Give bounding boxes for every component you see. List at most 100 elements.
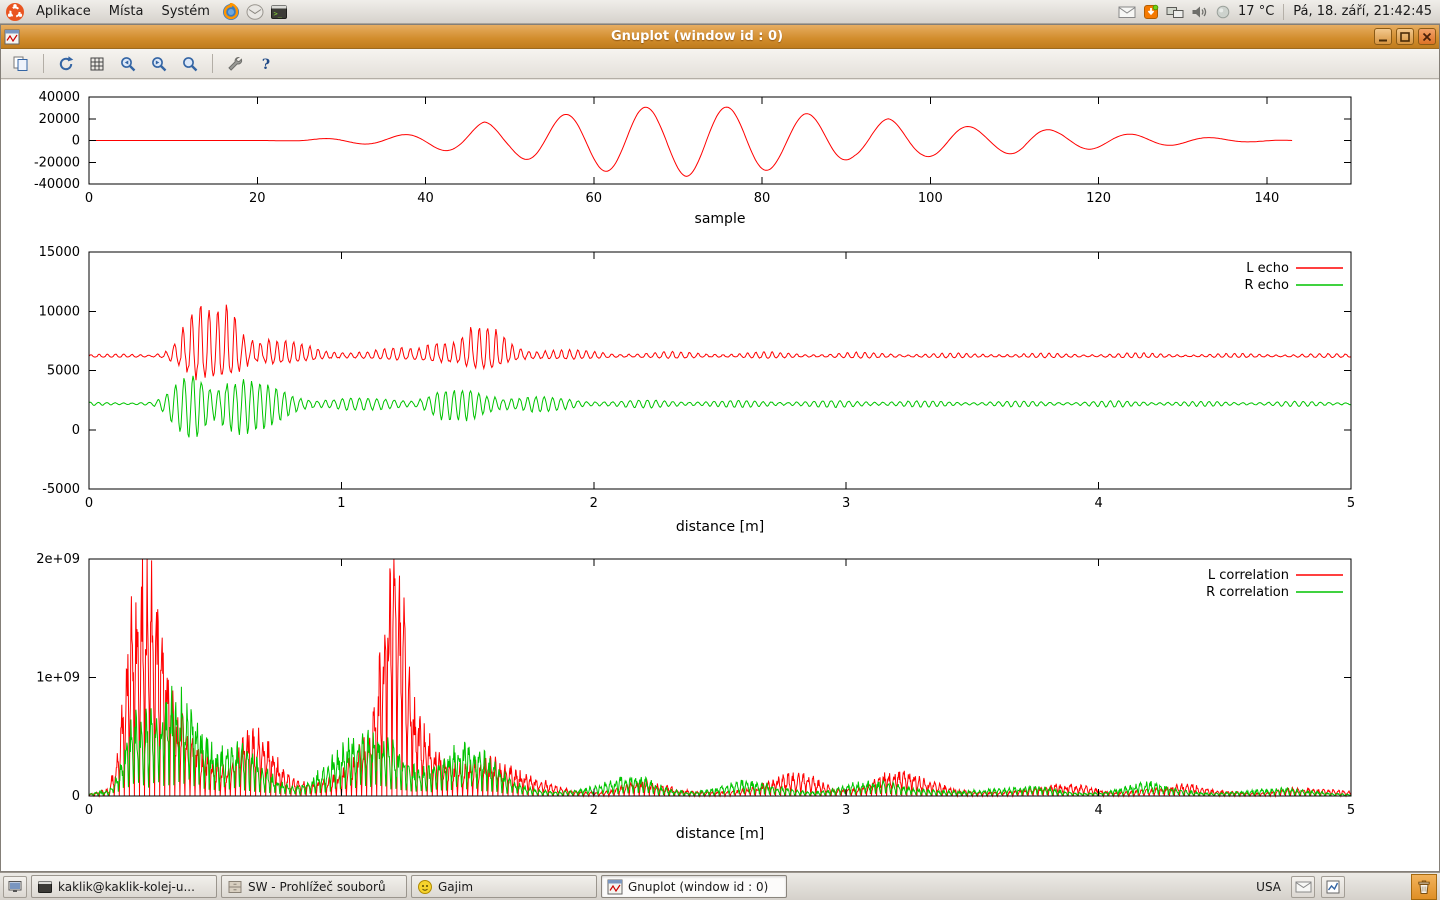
remote-desktop-icon	[1166, 4, 1184, 20]
svg-text:L echo: L echo	[1246, 261, 1289, 276]
svg-text:2: 2	[590, 496, 598, 511]
menu-system[interactable]: Systém	[153, 2, 217, 21]
software-update-icon	[1143, 4, 1159, 20]
toolbar: ?	[1, 49, 1439, 79]
mail-tray-button[interactable]	[1118, 4, 1136, 20]
svg-text:1e+09: 1e+09	[36, 671, 80, 686]
svg-text:1: 1	[337, 496, 345, 511]
svg-text:0: 0	[72, 134, 80, 149]
next-zoom-button[interactable]	[145, 51, 173, 76]
svg-text:-40000: -40000	[34, 177, 80, 192]
plot-area[interactable]: 020406080100120140-40000-200000200004000…	[1, 80, 1439, 871]
temperature-indicator[interactable]: 17 °C	[1238, 4, 1274, 19]
maximize-icon	[1399, 31, 1411, 43]
firefox-launcher[interactable]	[220, 1, 242, 23]
menu-places[interactable]: Místa	[101, 2, 152, 21]
system-monitor-icon	[1325, 879, 1341, 895]
svg-text:5: 5	[1347, 496, 1355, 511]
maximize-button[interactable]	[1396, 28, 1414, 45]
menu-applications[interactable]: Aplikace	[28, 2, 99, 21]
svg-text:4: 4	[1094, 803, 1102, 818]
weather-applet-button[interactable]	[1215, 4, 1231, 20]
zoom-icon	[181, 55, 199, 73]
terminal-launcher[interactable]: >_	[268, 1, 290, 23]
svg-text:-20000: -20000	[34, 155, 80, 170]
task-gnuplot[interactable]: Gnuplot (window id : 0)	[601, 875, 787, 898]
svg-text:2e+09: 2e+09	[36, 552, 80, 567]
svg-text:60: 60	[586, 191, 603, 206]
task-label: kaklik@kaklik-kolej-u...	[58, 880, 195, 894]
copy-to-clipboard-button[interactable]	[7, 51, 35, 76]
close-icon	[1421, 31, 1433, 43]
system-tray: 17 °C Pá, 18. září, 21:42:45	[1118, 4, 1436, 20]
svg-text:?: ?	[262, 57, 270, 73]
svg-text:3: 3	[842, 496, 850, 511]
ubuntu-menu-icon[interactable]	[4, 1, 26, 23]
svg-text:0: 0	[85, 803, 93, 818]
zoom-next-icon	[150, 55, 168, 73]
software-update-button[interactable]	[1143, 4, 1159, 20]
system-monitor-button[interactable]	[1321, 876, 1345, 898]
svg-text:2: 2	[590, 803, 598, 818]
svg-text:distance [m]: distance [m]	[676, 519, 764, 535]
show-desktop-button[interactable]	[3, 876, 27, 898]
show-desktop-icon	[7, 879, 23, 894]
wrench-icon	[226, 55, 244, 73]
task-terminal[interactable]: kaklik@kaklik-kolej-u...	[31, 875, 217, 898]
svg-text:120: 120	[1086, 191, 1111, 206]
task-file-browser[interactable]: SW - Prohlížeč souborů	[221, 875, 407, 898]
grid-icon	[88, 55, 106, 73]
close-button[interactable]	[1418, 28, 1436, 45]
help-icon: ?	[257, 55, 275, 73]
titlebar[interactable]: Gnuplot (window id : 0)	[1, 25, 1439, 49]
zoom-previous-icon	[119, 55, 137, 73]
autoscale-button[interactable]	[176, 51, 204, 76]
svg-text:>_: >_	[273, 10, 282, 18]
task-gajim[interactable]: Gajim	[411, 875, 597, 898]
svg-text:-5000: -5000	[42, 482, 80, 497]
taskbar: kaklik@kaklik-kolej-u... SW - Prohlížeč …	[0, 872, 1440, 900]
help-button[interactable]: ?	[252, 51, 280, 76]
evolution-icon	[246, 3, 264, 21]
mail-notifier-button[interactable]	[1291, 876, 1315, 898]
svg-text:3: 3	[842, 803, 850, 818]
toolbar-separator	[212, 54, 213, 73]
clock[interactable]: Pá, 18. září, 21:42:45	[1293, 4, 1432, 19]
top-panel: Aplikace Místa Systém >_ 17 °C Pá, 18. z…	[0, 0, 1440, 24]
remote-desktop-button[interactable]	[1166, 4, 1184, 20]
window-title: Gnuplot (window id : 0)	[24, 29, 1370, 44]
file-manager-icon	[227, 879, 243, 895]
trash-applet-button[interactable]	[1411, 874, 1437, 900]
gnuplot-window: Gnuplot (window id : 0)	[0, 24, 1440, 872]
toolbar-separator	[43, 54, 44, 73]
keyboard-layout-indicator[interactable]: USA	[1252, 880, 1285, 894]
gajim-icon	[417, 879, 433, 895]
svg-text:5: 5	[1347, 803, 1355, 818]
svg-text:100: 100	[918, 191, 943, 206]
svg-text:0: 0	[72, 423, 80, 438]
previous-zoom-button[interactable]	[114, 51, 142, 76]
replot-button[interactable]	[52, 51, 80, 76]
terminal-icon: >_	[270, 3, 288, 21]
svg-text:sample: sample	[695, 211, 746, 227]
volume-icon	[1191, 4, 1208, 20]
mail-icon	[1118, 4, 1136, 20]
evolution-launcher[interactable]	[244, 1, 266, 23]
minimize-button[interactable]	[1374, 28, 1392, 45]
settings-button[interactable]	[221, 51, 249, 76]
svg-text:R correlation: R correlation	[1206, 585, 1289, 600]
svg-text:20000: 20000	[39, 112, 80, 127]
svg-text:140: 140	[1254, 191, 1279, 206]
minimize-icon	[1377, 31, 1389, 43]
svg-text:0: 0	[85, 191, 93, 206]
svg-text:1: 1	[337, 803, 345, 818]
weather-icon	[1215, 4, 1231, 20]
svg-text:0: 0	[85, 496, 93, 511]
gnuplot-window-icon	[4, 29, 20, 45]
toggle-grid-button[interactable]	[83, 51, 111, 76]
mail-notifier-icon	[1295, 880, 1312, 894]
refresh-icon	[57, 55, 75, 73]
volume-button[interactable]	[1191, 4, 1208, 20]
svg-text:5000: 5000	[47, 364, 80, 379]
task-label: Gnuplot (window id : 0)	[628, 880, 768, 894]
